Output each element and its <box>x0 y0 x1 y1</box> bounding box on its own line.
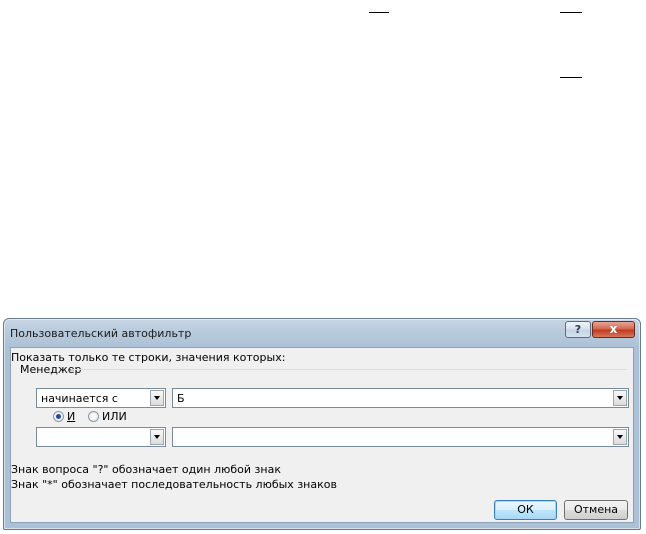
and-radio-label[interactable]: И <box>67 410 75 423</box>
dialog-body: Показать только те строки, значения кото… <box>10 347 634 523</box>
hint-question-mark: Знак вопроса "?" обозначает один любой з… <box>11 463 281 476</box>
field-group-divider <box>71 369 627 370</box>
chevron-down-icon[interactable] <box>613 390 627 406</box>
and-label-text: И <box>67 410 76 423</box>
help-button[interactable]: ? <box>565 321 591 338</box>
close-button[interactable]: x <box>592 321 635 338</box>
condition2-value-combo[interactable] <box>172 427 629 447</box>
dialog-titlebar[interactable]: Пользовательский автофильтр ? x <box>4 319 640 347</box>
screen: Пользовательский автофильтр ? x Показать… <box>0 0 646 534</box>
cancel-button[interactable]: Отмена <box>564 500 628 520</box>
document-underline-3 <box>560 77 582 78</box>
condition1-operator-value: начинается с <box>41 392 118 405</box>
condition2-operator-select[interactable] <box>36 427 166 447</box>
or-radio-label[interactable]: ИЛИ <box>102 410 127 423</box>
and-radio[interactable] <box>53 411 64 422</box>
chevron-down-icon[interactable] <box>150 390 164 406</box>
custom-autofilter-dialog: Пользовательский автофильтр ? x Показать… <box>3 318 641 530</box>
condition1-value: Б <box>177 392 185 405</box>
ok-button[interactable]: ОК <box>494 500 557 520</box>
chevron-down-icon[interactable] <box>150 429 164 445</box>
chevron-down-icon[interactable] <box>613 429 627 445</box>
or-radio[interactable] <box>88 411 99 422</box>
condition1-value-combo[interactable]: Б <box>172 388 629 408</box>
document-underline-1 <box>369 12 389 13</box>
condition1-operator-select[interactable]: начинается с <box>36 388 166 408</box>
hint-asterisk: Знак "*" обозначает последовательность л… <box>11 478 337 491</box>
dialog-title: Пользовательский автофильтр <box>10 327 192 340</box>
document-underline-2 <box>560 12 582 13</box>
